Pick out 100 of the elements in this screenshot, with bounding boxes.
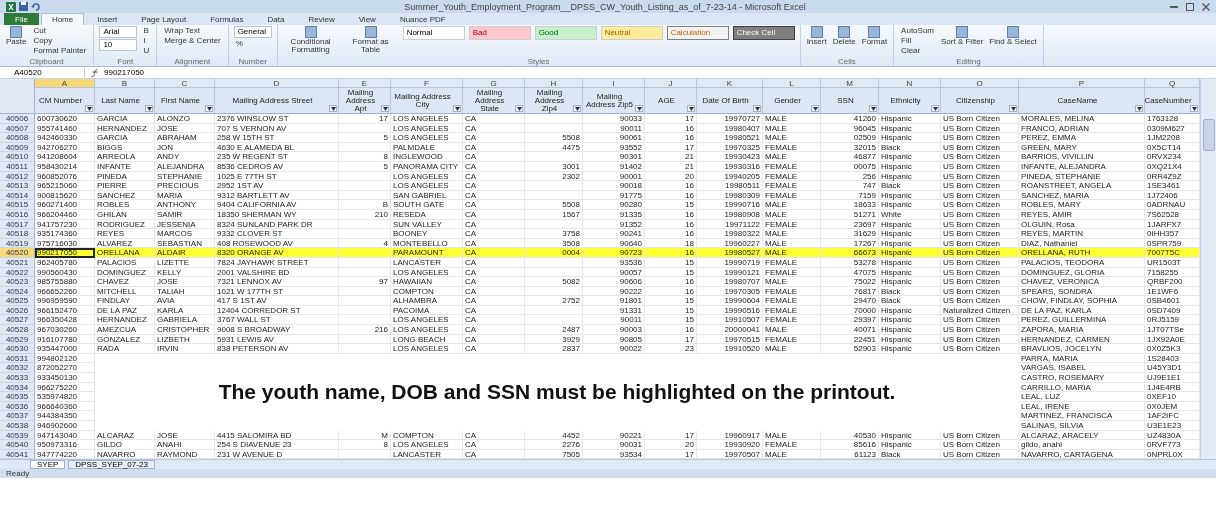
ribbon-tab[interactable]: Insert	[86, 13, 129, 25]
column-letter[interactable]: P	[1019, 79, 1145, 88]
row-number[interactable]: 40530	[0, 344, 35, 354]
row-number[interactable]: 40538	[0, 421, 35, 431]
row-number[interactable]: 40506	[0, 114, 35, 124]
column-letter[interactable]: Q	[1145, 79, 1200, 88]
ribbon-tab[interactable]: File	[4, 13, 39, 25]
filter-button[interactable]	[811, 105, 819, 112]
row-number[interactable]: 40511	[0, 161, 35, 172]
ribbon-button[interactable]: Conditional Formatting	[282, 26, 339, 57]
filter-button[interactable]	[381, 105, 389, 112]
excel-logo-icon[interactable]	[6, 1, 16, 12]
ribbon-tab[interactable]: Review	[297, 13, 346, 25]
cell-style-button[interactable]: Neutral	[600, 26, 663, 40]
ribbon-button[interactable]: AutoSum	[899, 26, 936, 36]
dropdown-field[interactable]: General	[233, 26, 272, 38]
table-cell	[339, 190, 391, 201]
row-number[interactable]: 40513	[0, 181, 35, 191]
dropdown-field[interactable]: Arial	[99, 26, 138, 38]
filter-button[interactable]	[573, 105, 581, 112]
ribbon-button[interactable]: Paste	[5, 26, 28, 57]
ribbon-button[interactable]: Format as Table	[342, 26, 399, 57]
cell-style-button[interactable]: Bad	[468, 26, 531, 40]
ribbon-tab[interactable]: Nuance PDF	[388, 13, 457, 25]
filter-button[interactable]	[635, 105, 643, 112]
undo-icon[interactable]	[31, 2, 40, 11]
filter-button[interactable]	[931, 105, 939, 112]
column-letter[interactable]: N	[879, 79, 941, 88]
column-letter[interactable]: E	[339, 79, 391, 88]
ribbon-button[interactable]: Delete	[831, 26, 857, 57]
filter-button[interactable]	[1190, 105, 1198, 112]
row-number[interactable]: 40535	[0, 392, 35, 402]
ribbon-button[interactable]: Find & Select	[988, 26, 1038, 57]
cell-style-button[interactable]: Calculation	[666, 26, 729, 40]
ribbon-button[interactable]: Cut	[31, 26, 89, 36]
save-icon[interactable]	[19, 2, 28, 11]
filter-button[interactable]	[753, 105, 761, 112]
cell-style-button[interactable]: Check Cell	[732, 26, 795, 40]
ribbon-button[interactable]: Merge & Center	[162, 36, 223, 46]
column-letter[interactable]: L	[763, 79, 821, 88]
row-number[interactable]: 40520	[0, 248, 35, 258]
maximize-icon[interactable]	[1186, 2, 1194, 11]
row-number[interactable]: 40515	[0, 200, 35, 210]
filter-button[interactable]	[869, 105, 877, 112]
column-letter[interactable]: J	[645, 79, 697, 88]
ribbon-button[interactable]: U	[141, 46, 152, 56]
ribbon-tab[interactable]: Home	[40, 13, 85, 25]
name-box[interactable]: A40520	[0, 68, 85, 77]
minimize-icon[interactable]	[1170, 5, 1178, 8]
ribbon-tab[interactable]: Data	[256, 13, 296, 25]
filter-button[interactable]	[1009, 105, 1017, 112]
column-letter[interactable]: G	[463, 79, 525, 88]
ribbon-button[interactable]: Wrap Text	[162, 26, 223, 36]
column-letter[interactable]: B	[95, 79, 155, 88]
column-letter[interactable]: H	[525, 79, 583, 88]
column-letter[interactable]: C	[155, 79, 215, 88]
cell-style-button[interactable]: Good	[534, 26, 597, 40]
ribbon-tab[interactable]: Page Layout	[130, 13, 198, 25]
column-letter[interactable]: D	[215, 79, 339, 88]
filter-button[interactable]	[515, 105, 523, 112]
row-number[interactable]: 40523	[0, 277, 35, 287]
filter-button[interactable]	[205, 105, 213, 112]
row-number[interactable]: 40516	[0, 209, 35, 220]
close-icon[interactable]	[1202, 2, 1210, 11]
ribbon-button[interactable]: Sort & Filter	[940, 26, 985, 57]
scrollbar-thumb[interactable]	[1202, 119, 1215, 151]
ribbon-button[interactable]: Copy	[31, 36, 89, 46]
column-letter[interactable]: O	[941, 79, 1019, 88]
ribbon-button[interactable]: Clear	[899, 46, 936, 56]
filter-button[interactable]	[453, 105, 461, 112]
column-letter[interactable]: F	[391, 79, 463, 88]
row-number[interactable]: 40508	[0, 133, 35, 143]
filter-button[interactable]	[85, 105, 93, 112]
filter-button[interactable]	[145, 105, 153, 112]
row-number[interactable]: 40521	[0, 257, 35, 268]
ribbon-button[interactable]: Fill	[899, 36, 936, 46]
ribbon-button[interactable]: Format	[860, 26, 889, 57]
filter-button[interactable]	[1135, 105, 1143, 112]
row-number[interactable]: 40518	[0, 229, 35, 239]
ribbon-button[interactable]: Format Painter	[31, 46, 89, 56]
ribbon-tab[interactable]: View	[347, 13, 387, 25]
column-letter[interactable]: A	[35, 79, 95, 88]
cell-style-button[interactable]: Normal	[402, 26, 465, 40]
ribbon-button[interactable]: I	[141, 36, 152, 46]
formula-field[interactable]: 990217050	[104, 68, 145, 77]
filter-button[interactable]	[687, 105, 695, 112]
row-number[interactable]: 40525	[0, 296, 35, 306]
ribbon-tab[interactable]: Formulas	[199, 13, 255, 25]
row-number[interactable]: 40540	[0, 440, 35, 450]
filter-button[interactable]	[329, 105, 337, 112]
column-letter[interactable]: K	[697, 79, 763, 88]
ribbon-button[interactable]: B	[141, 26, 152, 36]
row-number[interactable]: 40528	[0, 325, 35, 335]
column-letter[interactable]: M	[821, 79, 879, 88]
column-letter[interactable]: I	[583, 79, 645, 88]
row-number[interactable]: 40533	[0, 373, 35, 383]
row-number[interactable]: 40510	[0, 152, 35, 162]
dropdown-field[interactable]: 10	[99, 39, 138, 51]
ribbon-button[interactable]: Insert	[805, 26, 828, 57]
ribbon-button[interactable]: %	[233, 39, 272, 49]
